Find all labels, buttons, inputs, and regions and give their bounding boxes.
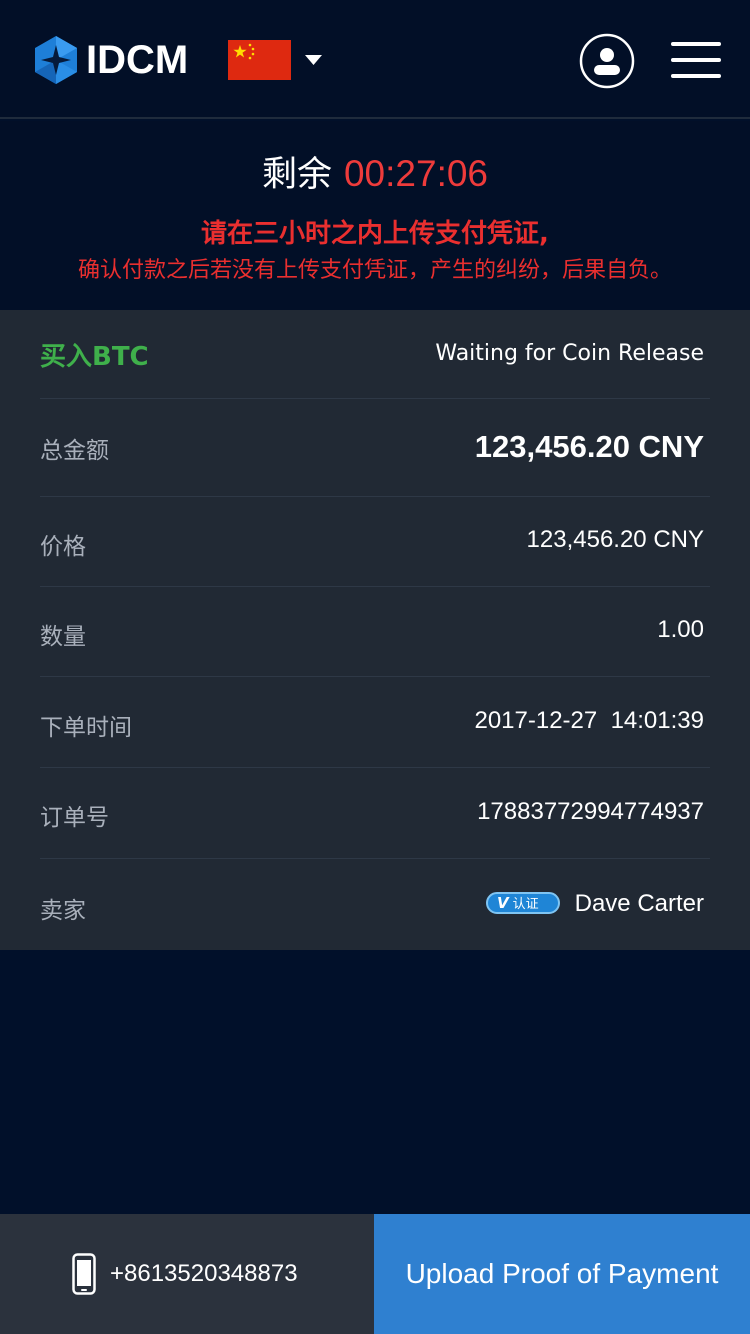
contact-phone-button[interactable]: +8613520348873 bbox=[0, 1214, 374, 1334]
top-header: IDCM bbox=[0, 0, 750, 119]
hamburger-menu-icon[interactable] bbox=[671, 40, 721, 80]
order-number-label: 订单号 bbox=[40, 805, 109, 831]
verified-badge: V 认证 bbox=[486, 892, 560, 914]
detail-row-seller: 卖家 V 认证 Dave Carter bbox=[40, 859, 710, 950]
order-header-row: 买入BTC Waiting for Coin Release bbox=[40, 310, 710, 399]
mobile-phone-icon bbox=[72, 1253, 96, 1295]
total-amount-label: 总金额 bbox=[40, 438, 109, 464]
countdown-section: 剩余 00:27:06 请在三小时之内上传支付凭证, 确认付款之后若没有上传支付凭… bbox=[0, 121, 750, 310]
idcm-logo-icon bbox=[35, 36, 77, 84]
user-account-icon[interactable] bbox=[579, 33, 635, 89]
quantity-label: 数量 bbox=[40, 624, 86, 650]
countdown-row: 剩余 00:27:06 bbox=[0, 151, 750, 198]
bottom-action-bar: +8613520348873 Upload Proof of Payment bbox=[0, 1214, 750, 1334]
detail-row-total: 总金额 123,456.20 CNY bbox=[40, 399, 710, 497]
detail-row-order-time: 下单时间 2017-12-27 14:01:39 bbox=[40, 677, 710, 768]
contact-phone-number: +8613520348873 bbox=[110, 1260, 298, 1287]
verified-badge-text: 认证 bbox=[512, 897, 539, 912]
brand-name: IDCM bbox=[86, 38, 189, 82]
upload-warning-detail: 确认付款之后若没有上传支付凭证，产生的纠纷，后果自负。 bbox=[77, 258, 672, 283]
verified-check-icon: V bbox=[497, 894, 509, 912]
countdown-label: 剩余 bbox=[261, 155, 332, 195]
countdown-timer: 00:27:06 bbox=[343, 153, 489, 194]
detail-row-price: 价格 123,456.20 CNY bbox=[40, 497, 710, 587]
seller-label: 卖家 bbox=[40, 898, 86, 924]
quantity-value: 1.00 bbox=[657, 616, 704, 643]
order-status: Waiting for Coin Release bbox=[435, 341, 704, 366]
order-number-value[interactable]: 17883772994774937 bbox=[477, 798, 704, 826]
price-label: 价格 bbox=[40, 534, 86, 560]
china-flag-icon[interactable] bbox=[228, 40, 291, 80]
chevron-down-icon[interactable] bbox=[305, 55, 322, 66]
detail-row-quantity: 数量 1.00 bbox=[40, 587, 710, 677]
detail-row-order-number: 订单号 17883772994774937 bbox=[40, 768, 710, 859]
upload-warning-title: 请在三小时之内上传支付凭证, bbox=[201, 219, 549, 249]
order-type-label: 买入BTC bbox=[40, 342, 149, 372]
order-time-value: 2017-12-27 14:01:39 bbox=[474, 707, 704, 734]
seller-name[interactable]: Dave Carter bbox=[575, 890, 704, 918]
order-details-card: 买入BTC Waiting for Coin Release 总金额 123,4… bbox=[0, 310, 750, 950]
upload-proof-button[interactable]: Upload Proof of Payment bbox=[374, 1214, 750, 1334]
total-amount-value: 123,456.20 CNY bbox=[474, 429, 704, 464]
price-value: 123,456.20 CNY bbox=[526, 526, 704, 553]
order-time-label: 下单时间 bbox=[40, 715, 132, 741]
